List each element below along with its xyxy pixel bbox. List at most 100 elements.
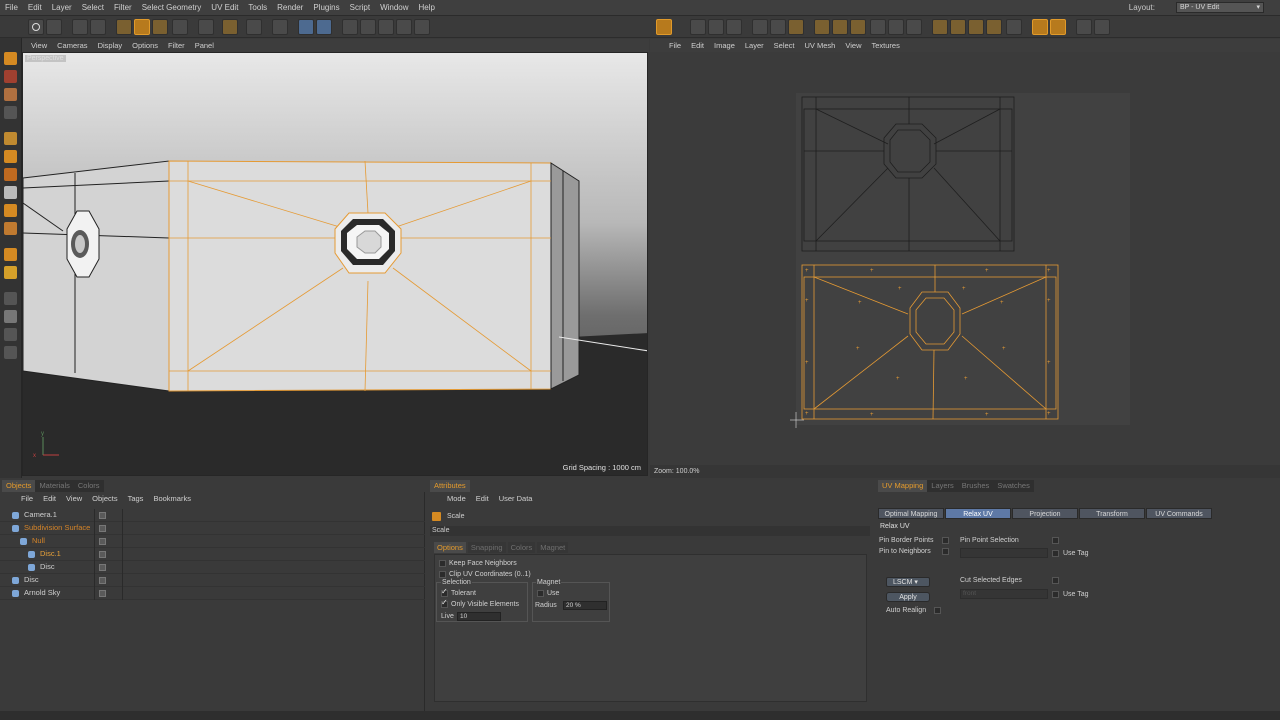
obj-menu-view[interactable]: View <box>61 494 87 503</box>
menu-tools[interactable]: Tools <box>243 3 272 12</box>
uv-menu-layer[interactable]: Layer <box>740 41 769 50</box>
menu-edit[interactable]: Edit <box>23 3 47 12</box>
use-tag-checkbox[interactable] <box>1052 550 1059 557</box>
uv-fit2-icon[interactable] <box>950 19 966 35</box>
star-icon[interactable] <box>4 266 17 279</box>
tab-layers[interactable]: Layers <box>927 480 958 492</box>
move-icon[interactable] <box>116 19 132 35</box>
cut-selected-edges-checkbox[interactable] <box>1052 577 1059 584</box>
axis-tool-icon[interactable] <box>4 52 17 65</box>
uv-frame-icon[interactable] <box>788 19 804 35</box>
cmd-optimal-mapping[interactable]: Optimal Mapping <box>878 508 944 519</box>
subtab-colors[interactable]: Colors <box>507 542 536 553</box>
apply-button[interactable]: Apply <box>886 592 930 602</box>
tab-uv-mapping[interactable]: UV Mapping <box>878 480 928 492</box>
array-icon[interactable] <box>360 19 376 35</box>
uv-circle2-icon[interactable] <box>1050 19 1066 35</box>
uv-paint-icon[interactable] <box>1076 19 1092 35</box>
uv-menu-textures[interactable]: Textures <box>866 41 904 50</box>
uv-flip-icon[interactable] <box>870 19 886 35</box>
vp-menu-cameras[interactable]: Cameras <box>52 41 92 50</box>
uv-align-left-icon[interactable] <box>814 19 830 35</box>
cmd-projection[interactable]: Projection <box>1012 508 1078 519</box>
tab-swatches[interactable]: Swatches <box>993 480 1034 492</box>
stamp-icon[interactable] <box>4 150 17 163</box>
undo-icon[interactable] <box>28 19 44 35</box>
visibility-toggle-icon[interactable] <box>99 590 106 597</box>
subdivision-icon[interactable] <box>342 19 358 35</box>
gradient-icon[interactable] <box>4 186 17 199</box>
attr-menu-user-data[interactable]: User Data <box>494 494 538 503</box>
uv-texture-icon[interactable] <box>726 19 742 35</box>
tab-brushes[interactable]: Brushes <box>958 480 994 492</box>
uv-menu-view[interactable]: View <box>840 41 866 50</box>
live-selection-icon[interactable] <box>72 19 88 35</box>
layer-icon[interactable] <box>4 346 17 359</box>
pin-border-checkbox[interactable] <box>942 537 949 544</box>
light-icon[interactable] <box>414 19 430 35</box>
uv-edit-icon[interactable] <box>708 19 724 35</box>
model-mode-icon[interactable] <box>198 19 214 35</box>
redo-icon[interactable] <box>46 19 62 35</box>
uv-menu-image[interactable]: Image <box>709 41 740 50</box>
coordinate-system-icon[interactable] <box>172 19 188 35</box>
visibility-toggle-icon[interactable] <box>99 525 106 532</box>
visibility-toggle-icon[interactable] <box>99 538 106 545</box>
uv-menu-select[interactable]: Select <box>769 41 800 50</box>
only-visible-checkbox[interactable] <box>441 598 448 608</box>
menu-script[interactable]: Script <box>345 3 375 12</box>
checker-icon[interactable] <box>4 106 17 119</box>
layout-dropdown[interactable]: BP - UV Edit <box>1176 2 1264 13</box>
uv-settings-icon[interactable] <box>1094 19 1110 35</box>
vp-menu-view[interactable]: View <box>26 41 52 50</box>
obj-menu-objects[interactable]: Objects <box>87 494 122 503</box>
render-view-icon[interactable] <box>222 19 238 35</box>
uv-circle-icon[interactable] <box>1032 19 1048 35</box>
cube-icon[interactable] <box>298 19 314 35</box>
smudge-icon[interactable] <box>4 222 17 235</box>
subtab-snapping[interactable]: Snapping <box>467 542 506 553</box>
uv-align-right-icon[interactable] <box>850 19 866 35</box>
deformer-icon[interactable] <box>378 19 394 35</box>
obj-menu-file[interactable]: File <box>16 494 38 503</box>
brush-icon[interactable] <box>4 132 17 145</box>
pipette-icon[interactable] <box>4 292 17 305</box>
menu-uv-edit[interactable]: UV Edit <box>206 3 243 12</box>
render-settings-icon[interactable] <box>246 19 262 35</box>
subtab-magnet[interactable]: Magnet <box>537 542 569 553</box>
cmd-relax-uv[interactable]: Relax UV <box>945 508 1011 519</box>
object-row[interactable]: Null <box>0 535 425 548</box>
menu-render[interactable]: Render <box>272 3 308 12</box>
scene-icon[interactable] <box>396 19 412 35</box>
uv-fit4-icon[interactable] <box>986 19 1002 35</box>
uv-polygon-mode-icon[interactable] <box>690 19 706 35</box>
edit-render-icon[interactable] <box>272 19 288 35</box>
knife-tool-icon[interactable] <box>4 88 17 101</box>
obj-menu-edit[interactable]: Edit <box>38 494 61 503</box>
menu-window[interactable]: Window <box>375 3 413 12</box>
keep-face-neighbors-checkbox[interactable] <box>439 560 446 567</box>
magnifier-icon[interactable] <box>4 310 17 323</box>
obj-menu-tags[interactable]: Tags <box>123 494 149 503</box>
radius-value-field[interactable]: 20 % <box>563 601 607 610</box>
clone-icon[interactable] <box>4 248 17 261</box>
tolerant-checkbox[interactable] <box>441 587 448 597</box>
uv-cross-icon[interactable] <box>906 19 922 35</box>
pen-icon[interactable] <box>316 19 332 35</box>
tab-objects[interactable]: Objects <box>2 480 36 492</box>
uv-editor-view[interactable]: + + + + + + + + + + + + + + + + + + + + <box>650 52 1280 465</box>
clip-uv-checkbox[interactable] <box>439 571 446 578</box>
visibility-toggle-icon[interactable] <box>99 551 106 558</box>
uv-menu-edit[interactable]: Edit <box>686 41 709 50</box>
auto-realign-checkbox[interactable] <box>934 607 941 614</box>
rotate-icon[interactable] <box>152 19 168 35</box>
uv-points-mode-icon[interactable] <box>656 19 672 35</box>
uv-menu-uv-mesh[interactable]: UV Mesh <box>800 41 841 50</box>
tab-attributes[interactable]: Attributes <box>430 480 470 492</box>
object-row[interactable]: Disc <box>0 574 425 587</box>
attr-menu-mode[interactable]: Mode <box>442 494 471 503</box>
uv-snap-icon[interactable] <box>1006 19 1022 35</box>
hand-icon[interactable] <box>4 328 17 341</box>
object-row[interactable]: Arnold Sky <box>0 587 425 600</box>
uv-grid2-icon[interactable] <box>770 19 786 35</box>
